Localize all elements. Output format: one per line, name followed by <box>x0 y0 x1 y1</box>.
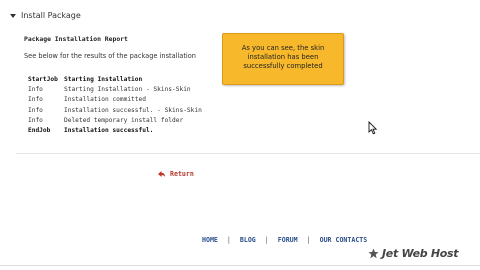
separator: | <box>264 236 269 244</box>
log-message: Installation committed <box>64 96 146 104</box>
log-row: Info Installation successful. - Skins-Sk… <box>28 107 202 117</box>
section-title: Install Package <box>21 11 81 20</box>
mouse-pointer-icon <box>368 121 377 135</box>
log-row: Info Starting Installation - Skins-Skin <box>28 86 202 96</box>
separator: | <box>306 236 311 244</box>
tutorial-callout: As you can see, the skin installation ha… <box>222 33 344 85</box>
separator: | <box>226 236 231 244</box>
footer-link-our-contacts[interactable]: OUR CONTACTS <box>320 236 368 244</box>
log-type: EndJob <box>28 126 51 134</box>
log-message: Starting Installation <box>64 76 143 83</box>
log-end-row: EndJob Installation successful. <box>28 127 202 137</box>
collapse-triangle-icon[interactable] <box>10 13 16 18</box>
content-divider <box>16 153 480 154</box>
return-link[interactable]: Return <box>157 170 194 178</box>
log-message: Installation successful. <box>64 126 154 134</box>
log-type: StartJob <box>28 76 58 83</box>
log-message: Starting Installation - Skins-Skin <box>64 86 191 94</box>
log-message: Deleted temporary install folder <box>64 116 184 124</box>
report-title: Package Installation Report <box>24 35 128 43</box>
brand-name: Jet Web Host <box>382 247 459 260</box>
report-description: See below for the results of the package… <box>24 52 196 60</box>
installation-log: StartJob Starting Installation Info Star… <box>28 76 202 137</box>
return-arrow-icon <box>158 171 165 177</box>
log-message: Installation successful. - Skins-Skin <box>64 106 202 114</box>
brand-watermark: Jet Web Host <box>368 247 459 260</box>
footer-link-home[interactable]: HOME <box>202 236 218 244</box>
footer-link-forum[interactable]: FORUM <box>278 236 298 244</box>
log-type: Info <box>28 86 43 94</box>
return-label: Return <box>170 170 194 178</box>
log-row: Info Installation committed <box>28 96 202 106</box>
star-icon <box>368 248 379 259</box>
log-start-row: StartJob Starting Installation <box>28 76 202 86</box>
install-package-header[interactable]: Install Package <box>10 11 81 20</box>
log-type: Info <box>28 116 43 124</box>
footer-nav: HOME | BLOG | FORUM | OUR CONTACTS <box>202 236 367 244</box>
bottom-divider <box>0 265 480 266</box>
footer-link-blog[interactable]: BLOG <box>240 236 256 244</box>
log-type: Info <box>28 106 43 114</box>
log-row: Info Deleted temporary install folder <box>28 117 202 127</box>
log-type: Info <box>28 96 43 104</box>
